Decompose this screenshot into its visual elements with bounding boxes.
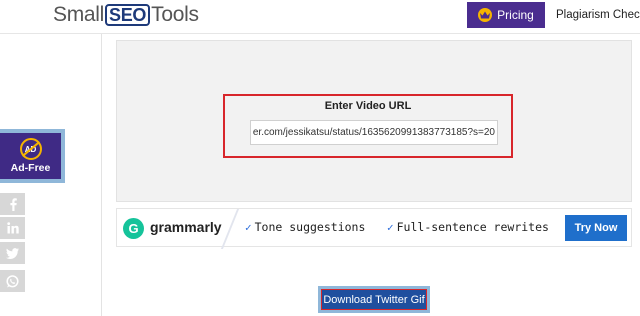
share-twitter-button[interactable] [0, 242, 25, 264]
url-input-group: Enter Video URL [223, 94, 513, 158]
logo-text-small: Small [53, 3, 105, 26]
download-button-focus-ring: Download Twitter Gif [318, 286, 430, 313]
share-whatsapp-button[interactable] [0, 270, 25, 292]
ad-free-button[interactable]: AD Ad-Free [0, 129, 65, 183]
site-header: Small SEO Tools Pricing Plagiarism Check… [0, 0, 640, 34]
twitter-icon [6, 247, 19, 259]
logo-text-tools: Tools [151, 3, 199, 26]
try-now-button[interactable]: Try Now [565, 215, 627, 241]
logo-text-seo: SEO [105, 4, 151, 26]
no-ads-icon: AD [19, 138, 42, 160]
video-url-input[interactable] [250, 120, 498, 145]
download-twitter-gif-button[interactable]: Download Twitter Gif [321, 289, 427, 310]
whatsapp-icon [6, 274, 19, 288]
share-facebook-button[interactable] [0, 193, 25, 215]
grammarly-brand: grammarly [150, 219, 222, 235]
nav-link-plagiarism-checker[interactable]: Plagiarism Checker [556, 9, 640, 21]
linkedin-icon [6, 222, 19, 234]
grammarly-ad-banner[interactable]: G grammarly ✓ Tone suggestions ✓ Full-se… [116, 208, 632, 249]
ad-feature: ✓ Tone suggestions [245, 220, 366, 234]
url-label: Enter Video URL [324, 100, 412, 112]
crown-icon [478, 8, 493, 22]
banner-divider [220, 209, 240, 249]
pricing-label: Pricing [497, 8, 534, 22]
pricing-button[interactable]: Pricing [467, 2, 545, 28]
check-icon: ✓ [245, 220, 252, 234]
share-linkedin-button[interactable] [0, 217, 25, 239]
ad-free-label: Ad-Free [10, 162, 51, 174]
site-logo[interactable]: Small SEO Tools [53, 3, 199, 27]
ad-feature: ✓ Full-sentence rewrites [387, 220, 549, 234]
sidebar-divider [101, 34, 102, 316]
facebook-icon [8, 197, 18, 211]
grammarly-logo-icon: G [123, 218, 144, 239]
check-icon: ✓ [387, 220, 394, 234]
